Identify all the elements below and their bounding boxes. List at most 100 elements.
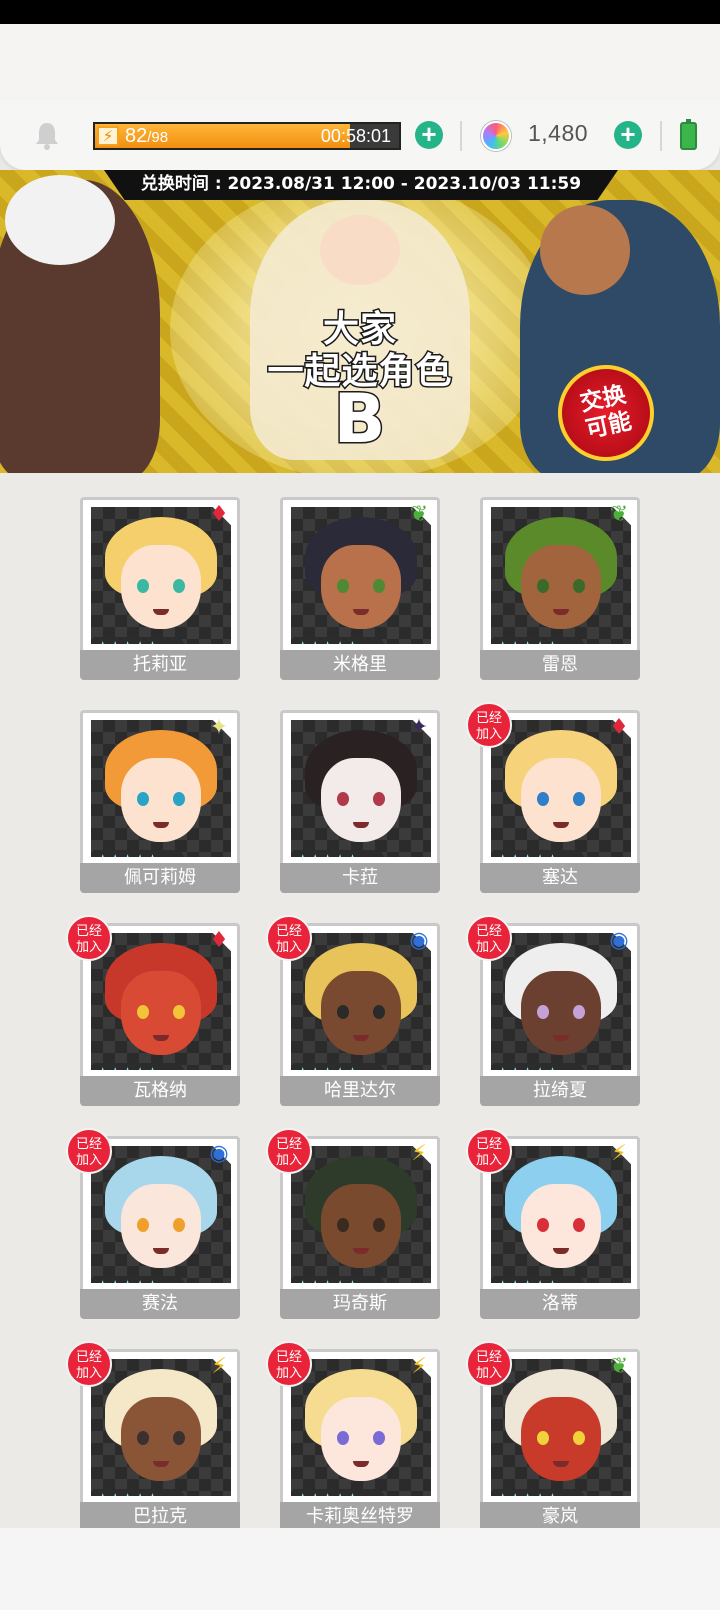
rarity-stars: ★★★★★ xyxy=(93,850,185,857)
portrait-face xyxy=(521,1184,601,1268)
portrait-eye xyxy=(573,1005,585,1019)
character-grid: ★★★★★♦托莉亚★★★★★❦米格里★★★★★❦雷恩★★★★★✦佩可莉姆★★★★… xyxy=(0,473,720,1528)
character-name: 卡菈 xyxy=(280,863,440,893)
character-card[interactable]: ★★★★★ ❦ 豪岚 已经加入 xyxy=(466,1341,640,1528)
character-name: 佩可莉姆 xyxy=(80,863,240,893)
logo-letter: B xyxy=(332,379,387,461)
character-card[interactable]: ★★★★★ ❦ 雷恩 xyxy=(480,497,640,684)
rarity-stars: ★★★★★ xyxy=(293,637,385,644)
rarity-stars: ★★★★★ xyxy=(93,1489,185,1496)
wind-element-icon: ❦ xyxy=(609,502,629,527)
rarity-stars: ★★★★★ xyxy=(93,637,185,644)
character-name: 托莉亚 xyxy=(80,650,240,680)
joined-badge: 已经 加入 xyxy=(266,1128,312,1174)
wind-element-icon: ❦ xyxy=(409,502,429,527)
rarity-stars: ★★★★★ xyxy=(493,1489,585,1496)
portrait-face xyxy=(121,545,201,629)
portrait-eye xyxy=(373,1218,385,1232)
character-name: 赛法 xyxy=(80,1289,240,1319)
rarity-stars: ★★★★★ xyxy=(493,637,585,644)
portrait-eye xyxy=(137,1005,149,1019)
portrait-face xyxy=(321,758,401,842)
rarity-stars: ★★★★★ xyxy=(293,1489,385,1496)
character-card[interactable]: ★★★★★ ✦ 卡菈 xyxy=(280,710,440,897)
portrait-eye xyxy=(573,792,585,806)
portrait-eye xyxy=(537,579,549,593)
joined-badge-text: 已经 xyxy=(475,924,502,939)
portrait-eye xyxy=(137,792,149,806)
banner-character-right-face xyxy=(540,205,630,295)
bell-icon[interactable] xyxy=(34,120,60,150)
portrait-eye xyxy=(373,579,385,593)
character-card[interactable]: ★★★★★ ⚡ 玛奇斯 已经加入 xyxy=(266,1128,440,1323)
water-element-icon: ◉ xyxy=(209,1141,229,1166)
joined-badge-text: 已经 xyxy=(475,1137,502,1152)
gem-icon xyxy=(481,121,511,151)
battery-icon xyxy=(680,119,697,150)
portrait-face xyxy=(121,1184,201,1268)
joined-badge: 已经 加入 xyxy=(66,915,112,961)
stamina-value: 82/98 xyxy=(125,125,169,147)
portrait-eye xyxy=(537,1218,549,1232)
portrait-eye xyxy=(573,579,585,593)
joined-badge-text: 已经 xyxy=(475,1350,502,1365)
character-name: 塞达 xyxy=(480,863,640,893)
portrait-face xyxy=(321,1184,401,1268)
lightning-element-icon: ⚡ xyxy=(611,1141,627,1166)
flame-element-icon: ♦ xyxy=(209,502,229,527)
portrait-eye xyxy=(337,579,349,593)
portrait-face xyxy=(521,758,601,842)
joined-badge: 已经 加入 xyxy=(266,915,312,961)
character-card[interactable]: ★★★★★ ♦ 托莉亚 xyxy=(80,497,240,684)
joined-badge-text: 加入 xyxy=(275,1153,302,1168)
portrait-face xyxy=(121,1397,201,1481)
portrait-face xyxy=(121,971,201,1055)
rarity-stars: ★★★★★ xyxy=(93,1276,185,1283)
rarity-stars: ★★★★★ xyxy=(493,1276,585,1283)
joined-badge-text: 加入 xyxy=(475,1366,502,1381)
portrait-eye xyxy=(173,1005,185,1019)
add-stamina-button[interactable]: + xyxy=(415,121,443,149)
character-name: 巴拉克 xyxy=(80,1502,240,1528)
portrait-eye xyxy=(173,792,185,806)
rarity-stars: ★★★★★ xyxy=(293,850,385,857)
character-name: 卡莉奥丝特罗 xyxy=(280,1502,440,1528)
joined-badge-text: 已经 xyxy=(275,1350,302,1365)
portrait-eye xyxy=(537,1431,549,1445)
character-card[interactable]: ★★★★★ ◉ 拉绮夏 已经加入 xyxy=(466,915,640,1110)
character-card[interactable]: ★★★★★ ◉ 赛法 已经加入 xyxy=(66,1128,240,1323)
flame-element-icon: ♦ xyxy=(609,715,629,740)
joined-badge-text: 已经 xyxy=(275,924,302,939)
character-card[interactable]: ★★★★★ ♦ 瓦格纳 已经加入 xyxy=(66,915,240,1110)
character-card[interactable]: ★★★★★ ⚡ 巴拉克 已经加入 xyxy=(66,1341,240,1528)
portrait-eye xyxy=(337,1218,349,1232)
portrait-face xyxy=(521,1397,601,1481)
character-card[interactable]: ★★★★★ ✦ 佩可莉姆 xyxy=(80,710,240,897)
character-name: 豪岚 xyxy=(480,1502,640,1528)
portrait-eye xyxy=(137,579,149,593)
rarity-stars: ★★★★★ xyxy=(293,1276,385,1283)
lightning-element-icon: ⚡ xyxy=(411,1354,427,1379)
resource-header: ⚡ 82/98 00:58:01 + 1,480 + xyxy=(0,100,720,170)
character-name: 洛蒂 xyxy=(480,1289,640,1319)
stamina-bar: ⚡ 82/98 00:58:01 xyxy=(93,122,401,150)
rarity-stars: ★★★★★ xyxy=(493,850,585,857)
character-card[interactable]: ★★★★★ ⚡ 洛蒂 已经加入 xyxy=(466,1128,640,1323)
character-card[interactable]: ★★★★★ ◉ 哈里达尔 已经加入 xyxy=(266,915,440,1110)
add-gems-button[interactable]: + xyxy=(614,121,642,149)
character-card[interactable]: ★★★★★ ⚡ 卡莉奥丝特罗 已经加入 xyxy=(266,1341,440,1528)
character-card[interactable]: ★★★★★ ♦ 塞达 已经加入 xyxy=(466,702,640,897)
joined-badge: 已经 加入 xyxy=(466,702,512,748)
gem-count: 1,480 xyxy=(528,120,589,146)
portrait-face xyxy=(121,758,201,842)
joined-badge-text: 加入 xyxy=(475,727,502,742)
character-card[interactable]: ★★★★★ ❦ 米格里 xyxy=(280,497,440,684)
stamina-timer: 00:58:01 xyxy=(320,126,391,146)
joined-badge: 已经 加入 xyxy=(466,1341,512,1387)
card-frame: ★★★★★ ♦ xyxy=(80,497,240,659)
joined-badge: 已经 加入 xyxy=(466,1128,512,1174)
event-banner[interactable]: 兑换时间 : 2023.08/31 12:00 - 2023.10/03 11:… xyxy=(0,170,720,473)
portrait-eye xyxy=(373,1005,385,1019)
status-bar xyxy=(0,0,720,24)
portrait-eye xyxy=(573,1431,585,1445)
